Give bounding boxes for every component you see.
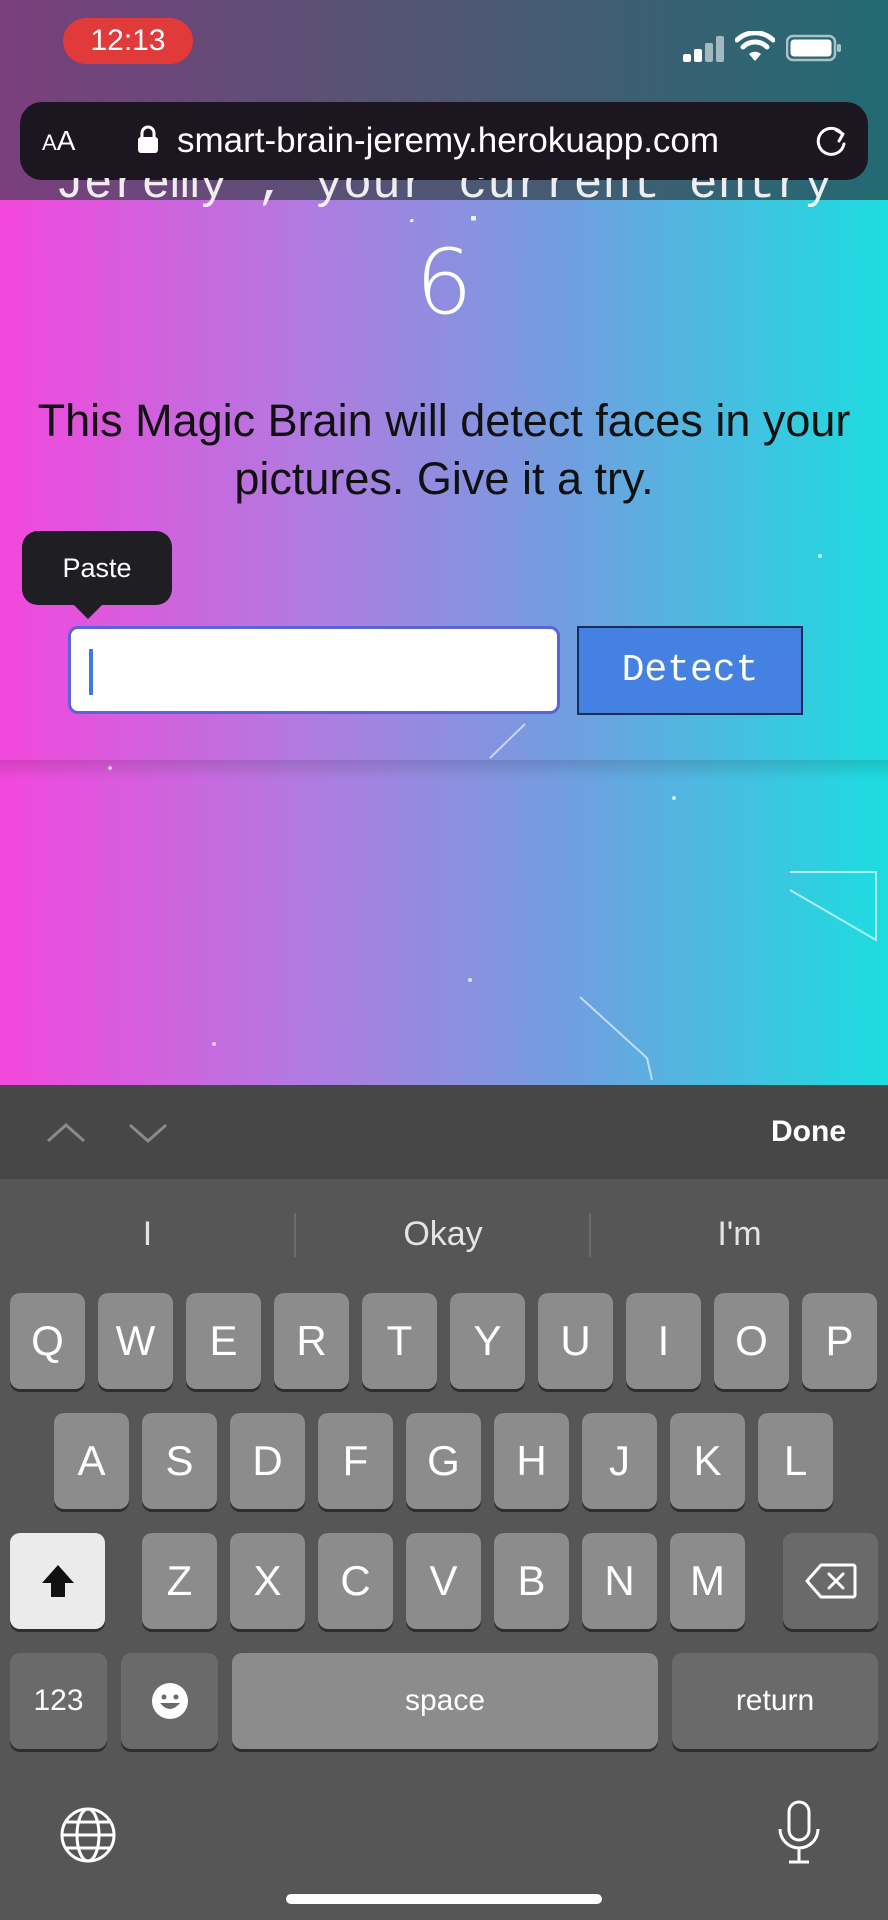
shift-key[interactable] xyxy=(10,1533,105,1629)
key-q[interactable]: Q xyxy=(10,1293,85,1389)
globe-icon[interactable] xyxy=(58,1805,118,1865)
key-n[interactable]: N xyxy=(582,1533,657,1629)
key-c[interactable]: C xyxy=(318,1533,393,1629)
key-h[interactable]: H xyxy=(494,1413,569,1509)
text-size-small-a: A xyxy=(42,130,57,155)
url-text[interactable]: smart-brain-jeremy.herokuapp.com xyxy=(177,102,719,180)
page-tagline: This Magic Brain will detect faces in yo… xyxy=(37,395,851,504)
status-bar: 12:13 xyxy=(0,0,888,100)
keyboard-accessory-bar: Done xyxy=(0,1085,888,1179)
key-g[interactable]: G xyxy=(406,1413,481,1509)
backspace-icon xyxy=(805,1563,856,1599)
entry-count-text: Jeremy , your current entry count is... xyxy=(0,178,888,222)
chevron-down-icon[interactable] xyxy=(128,1113,168,1153)
form-card-shadow xyxy=(0,760,888,780)
reload-icon[interactable] xyxy=(812,122,850,160)
key-o[interactable]: O xyxy=(714,1293,789,1389)
text-size-big-a: A xyxy=(56,125,76,156)
wifi-icon xyxy=(735,31,775,61)
shift-icon xyxy=(41,1565,74,1597)
key-v[interactable]: V xyxy=(406,1533,481,1629)
paste-popup-arrow xyxy=(72,603,104,619)
image-url-input[interactable] xyxy=(68,626,560,714)
cellular-signal-icon xyxy=(683,36,725,62)
entry-count-label: Jeremy , your current entry count is... xyxy=(55,178,833,222)
key-s[interactable]: S xyxy=(142,1413,217,1509)
key-y[interactable]: Y xyxy=(450,1293,525,1389)
key-u[interactable]: U xyxy=(538,1293,613,1389)
text-caret xyxy=(89,649,93,695)
suggestion-2[interactable]: Okay xyxy=(296,1179,590,1289)
battery-icon xyxy=(786,34,841,62)
emoji-key[interactable] xyxy=(121,1653,218,1749)
numbers-key[interactable]: 123 xyxy=(10,1653,107,1749)
space-key[interactable]: space xyxy=(232,1653,658,1749)
chevron-up-icon[interactable] xyxy=(46,1113,86,1153)
paste-popup-button[interactable]: Paste xyxy=(22,531,172,605)
return-key[interactable]: return xyxy=(672,1653,878,1749)
key-i[interactable]: I xyxy=(626,1293,701,1389)
key-d[interactable]: D xyxy=(230,1413,305,1509)
microphone-icon[interactable] xyxy=(774,1799,824,1869)
suggestion-3[interactable]: I'm xyxy=(591,1179,888,1289)
key-p[interactable]: P xyxy=(802,1293,877,1389)
key-l[interactable]: L xyxy=(758,1413,833,1509)
done-button[interactable]: Done xyxy=(771,1085,846,1179)
key-f[interactable]: F xyxy=(318,1413,393,1509)
key-k[interactable]: K xyxy=(670,1413,745,1509)
keyboard: I Okay I'm Q W E R T Y U I O P A S D F G… xyxy=(0,1179,888,1920)
key-j[interactable]: J xyxy=(582,1413,657,1509)
suggestion-bar: I Okay I'm xyxy=(0,1179,888,1289)
entry-count-value: 6 xyxy=(415,230,473,335)
key-w[interactable]: W xyxy=(98,1293,173,1389)
text-size-button[interactable]: AA xyxy=(42,102,75,182)
address-bar[interactable]: AA smart-brain-jeremy.herokuapp.com xyxy=(20,102,868,180)
key-e[interactable]: E xyxy=(186,1293,261,1389)
key-t[interactable]: T xyxy=(362,1293,437,1389)
detect-button[interactable]: Detect xyxy=(577,626,803,715)
key-r[interactable]: R xyxy=(274,1293,349,1389)
key-x[interactable]: X xyxy=(230,1533,305,1629)
key-b[interactable]: B xyxy=(494,1533,569,1629)
lock-icon xyxy=(138,125,158,153)
key-m[interactable]: M xyxy=(670,1533,745,1629)
recording-time-pill[interactable]: 12:13 xyxy=(63,18,193,64)
home-indicator[interactable] xyxy=(286,1894,602,1904)
emoji-icon xyxy=(151,1683,188,1719)
backspace-key[interactable] xyxy=(783,1533,878,1629)
key-a[interactable]: A xyxy=(54,1413,129,1509)
suggestion-1[interactable]: I xyxy=(0,1179,295,1289)
key-z[interactable]: Z xyxy=(142,1533,217,1629)
